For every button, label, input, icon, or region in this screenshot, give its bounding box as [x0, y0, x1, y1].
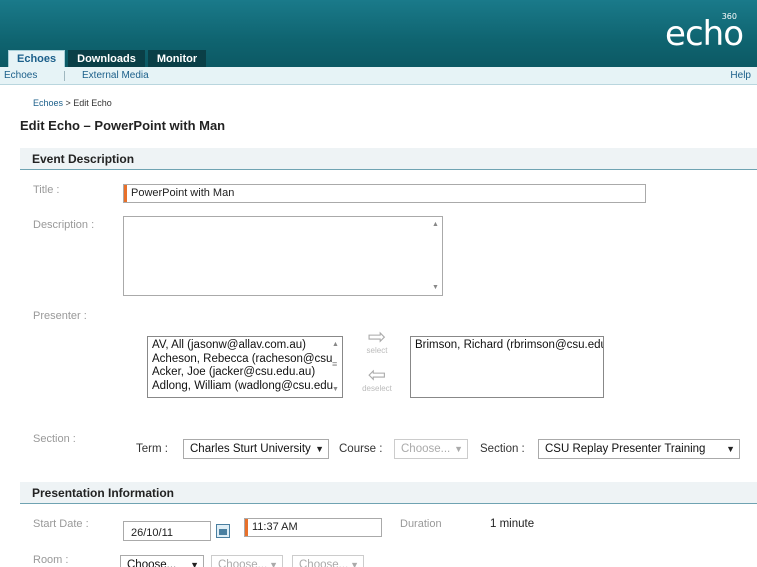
page-title: Edit Echo – PowerPoint with Man — [20, 118, 226, 133]
breadcrumb-echoes-link[interactable]: Echoes — [33, 98, 63, 108]
arrow-left-icon: ⇦ — [367, 362, 387, 387]
breadcrumb: Echoes > Edit Echo — [33, 98, 112, 108]
list-item[interactable]: Brimson, Richard (rbrimson@csu.edu — [411, 339, 603, 353]
chevron-down-icon: ▼ — [350, 560, 359, 567]
select-presenter-button[interactable]: ⇨ select — [355, 324, 399, 356]
scroll-up-icon[interactable]: ▲ — [432, 221, 439, 228]
scroll-down-icon[interactable]: ▼ — [332, 386, 339, 393]
scroll-thumb-icon[interactable]: ≡ — [332, 359, 337, 369]
presentation-information-heading: Presentation Information — [20, 482, 757, 504]
main-tabs: Echoes Downloads Monitor — [8, 50, 207, 68]
room-building-select[interactable]: Choose... ▼ — [211, 555, 283, 567]
start-date-input[interactable]: 26/10/11 — [123, 521, 211, 541]
subnav-echoes-link[interactable]: Echoes — [4, 67, 37, 85]
subnav-external-media-link[interactable]: External Media — [82, 67, 149, 85]
term-label: Term : — [136, 443, 168, 455]
section-field-label: Section : — [480, 443, 525, 455]
description-label: Description : — [33, 219, 95, 231]
presenters-scrollbar[interactable]: ▲ ≡ ▼ — [328, 337, 342, 397]
description-textarea[interactable]: ▲ ▼ — [123, 216, 443, 296]
duration-value: 1 minute — [490, 518, 535, 530]
deselect-presenter-button[interactable]: ⇦ deselect — [355, 362, 399, 394]
chevron-down-icon: ▼ — [454, 444, 463, 454]
chevron-down-icon: ▼ — [190, 560, 199, 567]
select-label: select — [366, 346, 388, 355]
list-item[interactable]: Acheson, Rebecca (racheson@csu — [148, 353, 342, 367]
section-select-value: CSU Replay Presenter Training — [545, 443, 706, 455]
deselect-label: deselect — [362, 384, 392, 393]
room-label: Room : — [33, 554, 69, 566]
list-item[interactable]: Acker, Joe (jacker@csu.edu.au) — [148, 366, 342, 380]
term-select-value: Charles Sturt University — [190, 443, 311, 455]
selected-presenters-list[interactable]: Brimson, Richard (rbrimson@csu.edu — [410, 336, 604, 398]
sub-navigation: Echoes External Media Help — [0, 67, 757, 85]
arrow-right-icon: ⇨ — [367, 324, 387, 349]
list-item[interactable]: AV, All (jasonw@allav.com.au) — [148, 339, 342, 353]
room-campus-select[interactable]: Choose... ▼ — [120, 555, 204, 567]
chevron-down-icon: ▼ — [726, 444, 735, 454]
tab-downloads[interactable]: Downloads — [68, 50, 145, 67]
event-description-heading: Event Description — [20, 148, 757, 170]
room-select-value: Choose... — [218, 559, 268, 567]
required-indicator — [245, 519, 248, 536]
course-select[interactable]: Choose... ▼ — [394, 439, 468, 459]
course-label: Course : — [339, 443, 383, 455]
section-select[interactable]: CSU Replay Presenter Training ▼ — [538, 439, 740, 459]
start-time-input[interactable]: 11:37 AM — [244, 518, 382, 537]
title-label: Title : — [33, 184, 60, 196]
course-select-value: Choose... — [401, 443, 451, 455]
room-room-select[interactable]: Choose... ▼ — [292, 555, 364, 567]
scroll-down-icon[interactable]: ▼ — [432, 284, 439, 291]
duration-label: Duration — [400, 518, 442, 530]
calendar-icon[interactable] — [216, 524, 230, 538]
room-select-value: Choose... — [127, 559, 177, 567]
term-select[interactable]: Charles Sturt University ▼ — [183, 439, 329, 459]
required-indicator — [124, 185, 127, 202]
list-item[interactable]: Adlong, William (wadlong@csu.edu — [148, 380, 342, 394]
help-link[interactable]: Help — [730, 67, 751, 85]
scroll-up-icon[interactable]: ▲ — [332, 341, 339, 348]
breadcrumb-current: > Edit Echo — [63, 98, 112, 108]
chevron-down-icon: ▼ — [269, 560, 278, 567]
subnav-divider — [64, 71, 65, 81]
available-presenters-list[interactable]: AV, All (jasonw@allav.com.au) Acheson, R… — [147, 336, 343, 398]
chevron-down-icon: ▼ — [315, 444, 324, 454]
app-header: echo 360 Echoes Downloads Monitor — [0, 0, 757, 68]
section-label: Section : — [33, 433, 76, 445]
title-input[interactable]: PowerPoint with Man — [123, 184, 646, 203]
echo360-logo: echo 360 — [665, 12, 744, 54]
room-select-value: Choose... — [299, 559, 349, 567]
start-date-label: Start Date : — [33, 518, 89, 530]
tab-monitor[interactable]: Monitor — [147, 50, 207, 67]
description-scrollbar[interactable]: ▲ ▼ — [428, 217, 442, 295]
tab-echoes[interactable]: Echoes — [8, 50, 66, 68]
presenter-label: Presenter : — [33, 310, 87, 322]
